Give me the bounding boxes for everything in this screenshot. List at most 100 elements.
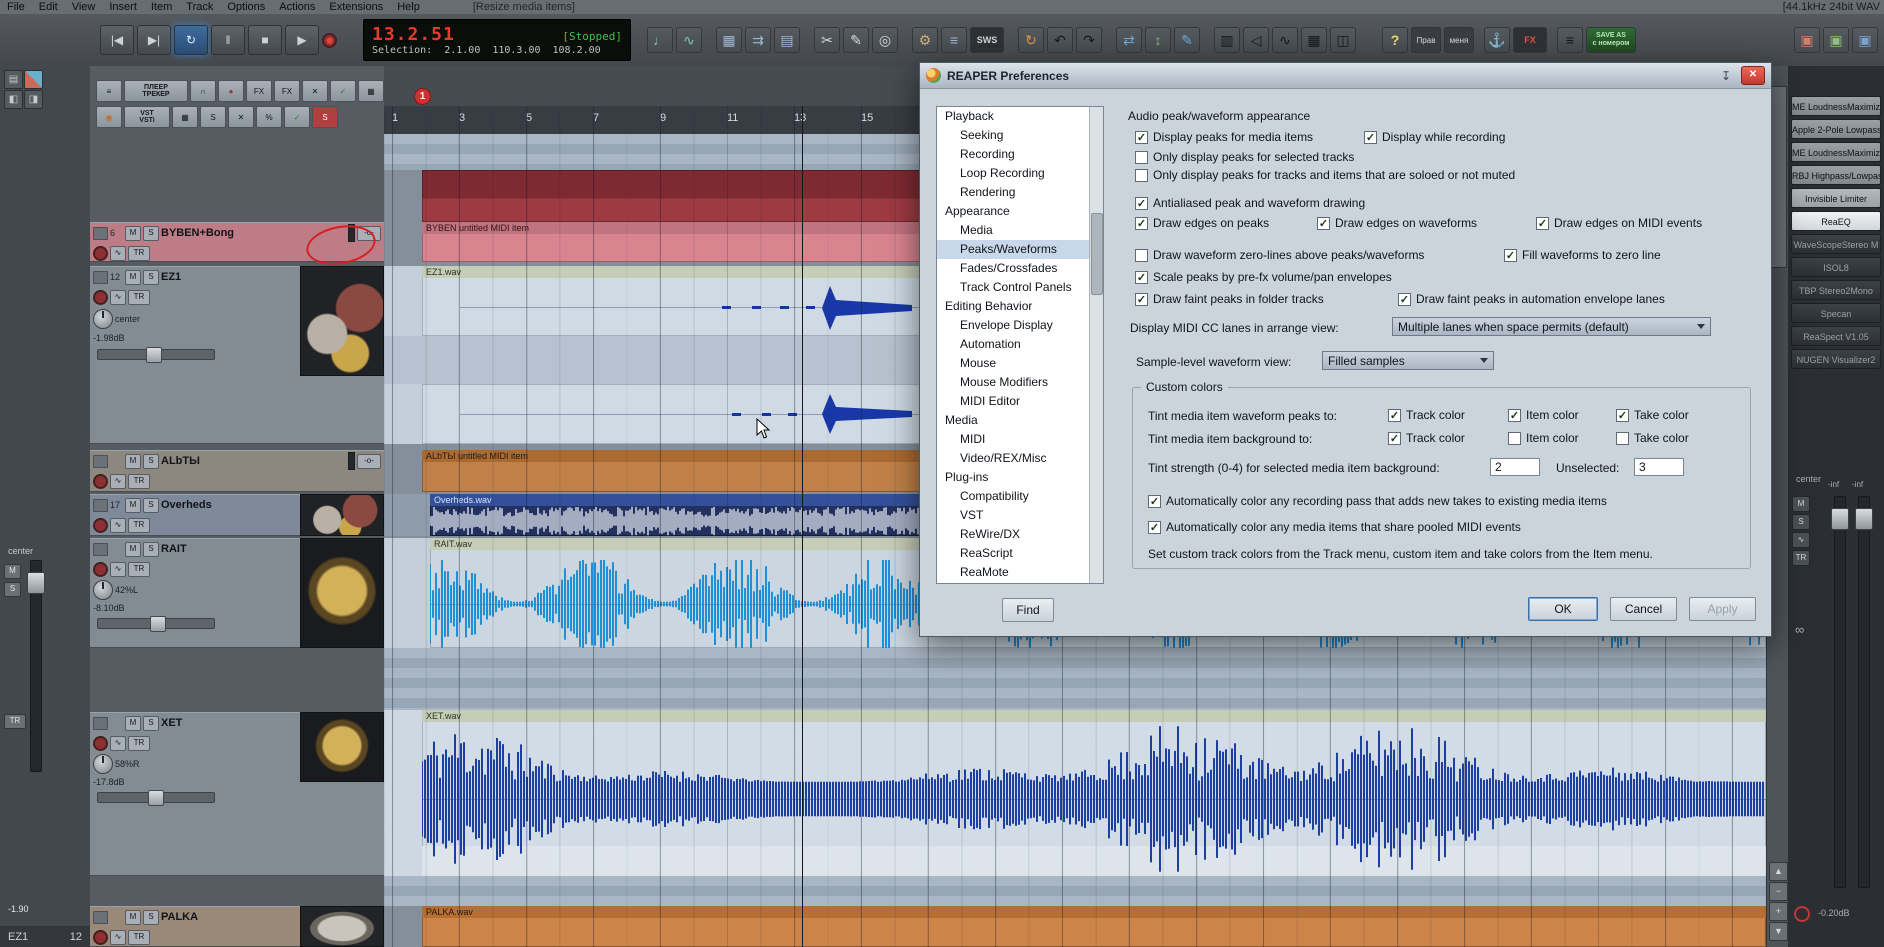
envelope-button[interactable]: ∿ bbox=[110, 289, 126, 305]
folder-icon[interactable] bbox=[93, 542, 108, 556]
mixer-fader-1-thumb[interactable] bbox=[1831, 508, 1849, 530]
tree-editing-behavior[interactable]: Editing Behavior bbox=[937, 297, 1103, 316]
fx-list-item[interactable]: Apple 2-Pole Lowpass bbox=[1791, 119, 1881, 139]
fx-list-item[interactable]: RBJ Highpass/Lowpass bbox=[1791, 165, 1881, 185]
menya-button[interactable]: меня bbox=[1444, 27, 1474, 53]
solo-a-button[interactable]: S bbox=[200, 106, 226, 128]
docker-fader-thumb[interactable] bbox=[27, 572, 45, 594]
table-icon[interactable]: ▦ bbox=[1301, 27, 1327, 53]
tr-button[interactable]: TR bbox=[128, 561, 150, 577]
mixer-mute-button[interactable]: M bbox=[1792, 496, 1810, 512]
midi-cc-dropdown[interactable]: Multiple lanes when space permits (defau… bbox=[1392, 317, 1711, 336]
tree-midi[interactable]: MIDI bbox=[937, 430, 1103, 449]
tree-automation[interactable]: Automation bbox=[937, 335, 1103, 354]
folder-icon[interactable] bbox=[93, 270, 108, 284]
cancel-button[interactable]: Cancel bbox=[1610, 597, 1677, 621]
repeat-button[interactable]: ↻ bbox=[174, 25, 208, 55]
checkbox-edges-midi[interactable] bbox=[1536, 216, 1549, 230]
envelope-button[interactable]: ∿ bbox=[110, 473, 126, 489]
record-arm-button[interactable] bbox=[93, 561, 108, 577]
project-marker-1[interactable]: 1 bbox=[414, 88, 431, 105]
help-icon[interactable]: ? bbox=[1382, 27, 1408, 53]
routing-matrix-icon[interactable]: ⇉ bbox=[745, 27, 771, 53]
pan-knob[interactable] bbox=[93, 580, 113, 600]
checkbox-edges-peaks[interactable] bbox=[1135, 216, 1148, 230]
fx-off-button[interactable]: ✕ bbox=[302, 80, 328, 102]
io-small-icon[interactable]: ◨ bbox=[24, 90, 43, 109]
tr-button[interactable]: TR bbox=[128, 735, 150, 751]
fader-thumb[interactable] bbox=[148, 789, 164, 806]
fx-list-item[interactable]: Specan bbox=[1791, 303, 1881, 323]
tree-media[interactable]: Media bbox=[937, 221, 1103, 240]
record-arm-button[interactable] bbox=[93, 517, 108, 533]
record-arm-button[interactable] bbox=[93, 473, 108, 489]
checkbox-only-soloed[interactable] bbox=[1135, 168, 1148, 182]
tree-envelope-display[interactable]: Envelope Display bbox=[937, 316, 1103, 335]
tree-scrollbar[interactable] bbox=[1089, 107, 1103, 583]
scroll-up-button[interactable]: ▲ bbox=[1769, 862, 1788, 881]
tree-midi-editor[interactable]: MIDI Editor bbox=[937, 392, 1103, 411]
speaker-icon[interactable]: ◁ bbox=[1243, 27, 1269, 53]
tree-appearance[interactable]: Appearance bbox=[937, 202, 1103, 221]
sync-icon[interactable]: ⇄ bbox=[1116, 27, 1142, 53]
dock-icon[interactable]: ▤ bbox=[4, 70, 23, 89]
checkbox-fill-zero[interactable] bbox=[1504, 248, 1517, 262]
sws-badge[interactable]: SWS bbox=[970, 27, 1004, 53]
tree-loop-recording[interactable]: Loop Recording bbox=[937, 164, 1103, 183]
tree-reamote[interactable]: ReaMote bbox=[937, 563, 1103, 582]
rec-arm-all-icon[interactable]: ◉ bbox=[96, 106, 122, 128]
folder-green-icon[interactable]: ▣ bbox=[1823, 27, 1849, 53]
tree-mouse-modifiers[interactable]: Mouse Modifiers bbox=[937, 373, 1103, 392]
solo-b-button[interactable]: S bbox=[312, 106, 338, 128]
mute-button[interactable]: M bbox=[125, 715, 141, 731]
lock-icon[interactable]: ∩ bbox=[190, 80, 216, 102]
checkbox-tint-peaks-take[interactable] bbox=[1616, 408, 1629, 422]
pencil-icon[interactable]: ✎ bbox=[843, 27, 869, 53]
mixer-record-arm[interactable] bbox=[1794, 906, 1810, 922]
mixer-fader-1[interactable] bbox=[1834, 496, 1846, 888]
grid-icon[interactable]: ▦ bbox=[716, 27, 742, 53]
solo-button[interactable]: S bbox=[143, 269, 159, 285]
tr-button[interactable]: TR bbox=[128, 517, 150, 533]
checkbox-zero-lines[interactable] bbox=[1135, 248, 1148, 262]
fx-list-item[interactable]: ReaSpect V1.05 bbox=[1791, 326, 1881, 346]
find-button[interactable]: Find bbox=[1002, 598, 1054, 622]
io-matrix-icon[interactable]: ▤ bbox=[774, 27, 800, 53]
play-button[interactable]: ▶ bbox=[285, 25, 319, 55]
tree-scrollbar-thumb[interactable] bbox=[1091, 213, 1103, 295]
tree-reascript[interactable]: ReaScript bbox=[937, 544, 1103, 563]
checkbox-tint-peaks-track[interactable] bbox=[1388, 408, 1401, 422]
wrench-icon[interactable]: ⚙ bbox=[912, 27, 938, 53]
tree-vst[interactable]: VST bbox=[937, 506, 1103, 525]
folder-icon[interactable] bbox=[93, 910, 108, 924]
checkbox-only-selected[interactable] bbox=[1135, 150, 1148, 164]
checkbox-auto-rec-color[interactable] bbox=[1148, 494, 1161, 508]
fx-a-button[interactable]: FX bbox=[246, 80, 272, 102]
scissors-icon[interactable]: ✂ bbox=[814, 27, 840, 53]
go-to-end-button[interactable]: ▶| bbox=[137, 25, 171, 55]
mute-button[interactable]: M bbox=[125, 225, 141, 241]
scroll-down-button[interactable]: ▼ bbox=[1769, 922, 1788, 941]
list-icon[interactable]: ≡ bbox=[1557, 27, 1583, 53]
clear-button[interactable]: ✕ bbox=[228, 106, 254, 128]
checkbox-tint-bg-track[interactable] bbox=[1388, 431, 1401, 445]
track-header-albty[interactable]: M S ALbTЫ -o- ∿ TR bbox=[90, 450, 384, 492]
media-item-xet[interactable]: XET.wav bbox=[422, 710, 1766, 876]
percent-button[interactable]: % bbox=[256, 106, 282, 128]
mixer-envelope-button[interactable]: ∿ bbox=[1792, 532, 1810, 548]
mixer-small-icon[interactable]: ◧ bbox=[4, 90, 23, 109]
tr-button[interactable]: TR bbox=[128, 289, 150, 305]
docker-mute-button[interactable]: M bbox=[4, 564, 21, 579]
menu-view[interactable]: View bbox=[65, 0, 103, 14]
tint-strength-unselected-input[interactable] bbox=[1634, 458, 1684, 476]
solo-button[interactable]: S bbox=[143, 497, 159, 513]
menu-insert[interactable]: Insert bbox=[102, 0, 144, 14]
folder-blue-icon[interactable]: ▣ bbox=[1852, 27, 1878, 53]
checkbox-display-recording[interactable] bbox=[1364, 130, 1377, 144]
folder-red-icon[interactable]: ▣ bbox=[1794, 27, 1820, 53]
tree-seeking[interactable]: Seeking bbox=[937, 126, 1103, 145]
folder-icon[interactable] bbox=[93, 226, 108, 240]
tint-strength-selected-input[interactable] bbox=[1490, 458, 1540, 476]
record-arm-button[interactable] bbox=[93, 289, 108, 305]
envelope-button[interactable]: ∿ bbox=[110, 245, 126, 261]
